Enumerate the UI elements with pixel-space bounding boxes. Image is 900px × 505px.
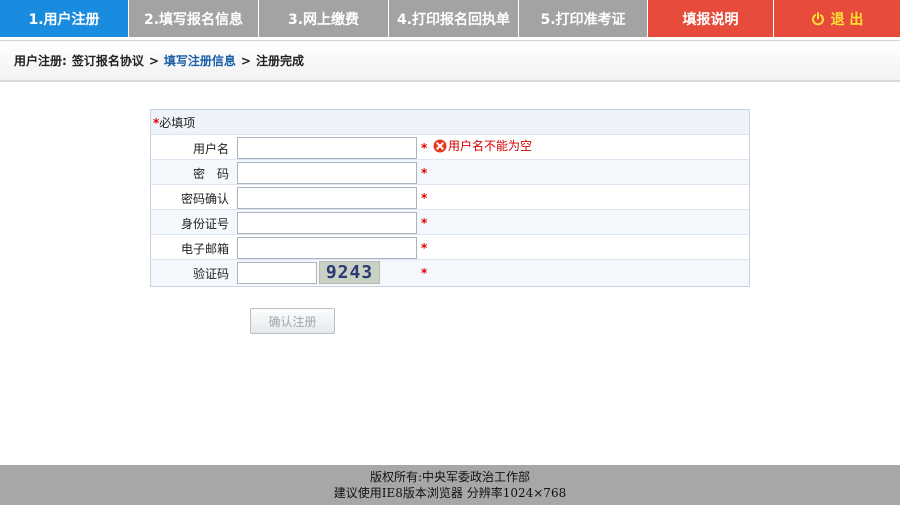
required-star: * — [421, 216, 428, 230]
breadcrumb-item-current: 填写注册信息 — [163, 54, 236, 68]
registration-page: 1.用户注册 2.填写报名信息 3.网上缴费 4.打印报名回执单 5.打印准考证… — [0, 0, 900, 505]
captcha-input[interactable] — [237, 262, 317, 284]
step-fill-info[interactable]: 2.填写报名信息 — [129, 0, 259, 37]
email-label: 电子邮箱 — [180, 242, 229, 256]
registration-form: *必填项 用户名 * 用户名不能为空 密 码 * 密码确认 * 身份证号 * 电… — [150, 109, 750, 287]
breadcrumb-separator: > — [240, 53, 251, 68]
password-label: 密 码 — [192, 167, 229, 181]
username-label: 用户名 — [192, 142, 229, 156]
username-error: 用户名不能为空 — [433, 137, 532, 154]
step-print-admission-ticket[interactable]: 5.打印准考证 — [519, 0, 648, 37]
instructions-button[interactable]: 填报说明 — [648, 0, 774, 37]
footer-browser-note: 建议使用IE8版本浏览器 分辨率1024×768 — [333, 486, 567, 500]
email-row: 电子邮箱 * — [151, 235, 749, 260]
username-error-text: 用户名不能为空 — [448, 139, 533, 153]
logout-label: 退 出 — [830, 11, 864, 28]
breadcrumb-separator: > — [148, 53, 159, 68]
id-number-label: 身份证号 — [180, 217, 229, 231]
username-input[interactable] — [237, 137, 417, 159]
footer: 版权所有:中央军委政治工作部 建议使用IE8版本浏览器 分辨率1024×768 — [0, 465, 900, 505]
step-online-payment[interactable]: 3.网上缴费 — [259, 0, 389, 37]
required-star: * — [421, 191, 428, 205]
breadcrumb: 用户注册: 签订报名协议 > 填写注册信息 > 注册完成 — [0, 40, 900, 82]
password-confirm-label: 密码确认 — [180, 192, 229, 206]
id-number-input[interactable] — [237, 212, 417, 234]
confirm-register-button[interactable]: 确认注册 — [250, 308, 335, 334]
captcha-label: 验证码 — [192, 267, 229, 281]
password-confirm-row: 密码确认 * — [151, 185, 749, 210]
breadcrumb-item-agreement: 签订报名协议 — [71, 54, 144, 68]
required-star: * — [421, 241, 428, 255]
step-print-receipt[interactable]: 4.打印报名回执单 — [389, 0, 519, 37]
logout-button[interactable]: 退 出 — [774, 0, 900, 37]
captcha-image[interactable]: 9243 — [319, 261, 380, 284]
step-navigation: 1.用户注册 2.填写报名信息 3.网上缴费 4.打印报名回执单 5.打印准考证… — [0, 0, 900, 37]
captcha-row: 验证码 9243 * — [151, 260, 749, 286]
required-star: * — [421, 141, 428, 155]
email-input[interactable] — [237, 237, 417, 259]
required-star: * — [421, 266, 428, 280]
password-row: 密 码 * — [151, 160, 749, 185]
power-icon — [811, 11, 825, 26]
required-note: *必填项 — [153, 116, 196, 130]
required-star: * — [421, 166, 428, 180]
footer-copyright: 版权所有:中央军委政治工作部 — [369, 470, 531, 484]
error-icon — [433, 139, 447, 153]
password-input[interactable] — [237, 162, 417, 184]
id-number-row: 身份证号 * — [151, 210, 749, 235]
required-note-row: *必填项 — [151, 110, 749, 135]
password-confirm-input[interactable] — [237, 187, 417, 209]
step-user-registration[interactable]: 1.用户注册 — [0, 0, 129, 37]
username-row: 用户名 * 用户名不能为空 — [151, 135, 749, 160]
breadcrumb-root: 用户注册: — [14, 54, 67, 68]
breadcrumb-item-complete: 注册完成 — [255, 54, 304, 68]
